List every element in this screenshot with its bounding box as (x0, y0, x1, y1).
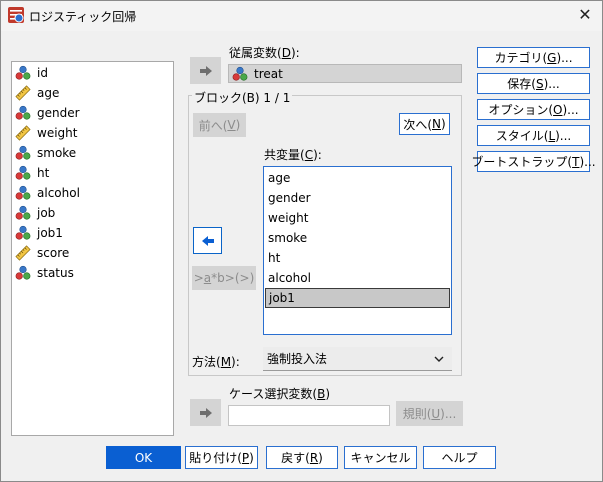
paste-button[interactable]: 貼り付け(P) (185, 446, 258, 469)
nominal-variable-icon (15, 65, 31, 81)
nominal-variable-icon (15, 265, 31, 281)
dependent-label: 従属変数(D): (229, 46, 300, 60)
method-value: 強制投入法 (267, 352, 328, 366)
variable-list[interactable]: id age gender weight smoke ht alcohol job job1 sc… (11, 61, 174, 436)
variable-item[interactable]: age (15, 83, 59, 103)
ok-button[interactable]: OK (106, 446, 181, 469)
variable-label: age (37, 86, 60, 100)
covariate-item[interactable]: smoke (265, 228, 450, 248)
nominal-variable-icon (15, 165, 31, 181)
case-selection-field[interactable] (228, 405, 390, 426)
variable-item[interactable]: id (15, 63, 48, 83)
close-button[interactable]: ✕ (570, 3, 600, 27)
covariate-item[interactable]: alcohol (265, 268, 450, 288)
covariate-item[interactable]: gender (265, 188, 450, 208)
cancel-button[interactable]: キャンセル (344, 446, 417, 469)
dependent-value: treat (254, 66, 283, 81)
nominal-variable-icon (15, 145, 31, 161)
variable-item[interactable]: job1 (15, 223, 63, 243)
options-button[interactable]: オプション(O)... (477, 99, 590, 120)
variable-item[interactable]: weight (15, 123, 77, 143)
variable-label: id (37, 66, 48, 80)
move-case-selection-button[interactable] (190, 399, 221, 426)
arrow-right-icon (198, 63, 214, 79)
variable-item[interactable]: alcohol (15, 183, 80, 203)
covariates-list[interactable]: age gender weight smoke ht alcohol job1 (263, 166, 452, 335)
variable-item[interactable]: score (15, 243, 69, 263)
covariates-label: 共変量(C): (264, 148, 322, 162)
arrow-left-icon (200, 233, 216, 249)
variable-item[interactable]: ht (15, 163, 49, 183)
scale-ruler-icon (15, 125, 31, 141)
variable-item[interactable]: job (15, 203, 55, 223)
method-label: 方法(M): (192, 355, 240, 369)
save-button[interactable]: 保存(S)... (477, 73, 590, 94)
scale-ruler-icon (15, 245, 31, 261)
dependent-field[interactable]: treat (228, 64, 462, 83)
next-block-button[interactable]: 次へ(N) (399, 113, 450, 135)
covariate-item[interactable]: ht (265, 248, 450, 268)
scale-ruler-icon (15, 85, 31, 101)
move-covariate-button[interactable] (193, 227, 222, 254)
variable-label: status (37, 266, 74, 280)
variable-label: ht (37, 166, 50, 180)
nominal-variable-icon (15, 185, 31, 201)
variable-label: gender (37, 106, 80, 120)
case-selection-label: ケース選択変数(B) (229, 387, 331, 401)
nominal-variable-icon (15, 225, 31, 241)
app-icon (7, 6, 25, 24)
variable-label: alcohol (37, 186, 80, 200)
rule-button[interactable]: 規則(U)... (396, 401, 463, 426)
categorical-button[interactable]: カテゴリ(G)... (477, 47, 590, 68)
variable-label: smoke (37, 146, 77, 160)
reset-button[interactable]: 戻す(R) (266, 446, 338, 469)
bootstrap-button[interactable]: ブートストラップ(T)... (471, 151, 596, 172)
variable-label: job (37, 206, 56, 220)
variable-item[interactable]: gender (15, 103, 80, 123)
nominal-variable-icon (15, 205, 31, 221)
close-icon: ✕ (578, 5, 592, 24)
chevron-down-icon (434, 356, 444, 362)
variable-label: score (37, 246, 70, 260)
covariate-item[interactable]: weight (265, 208, 450, 228)
variable-item[interactable]: status (15, 263, 74, 283)
prev-block-button[interactable]: 前へ(V) (193, 113, 246, 137)
nominal-variable-icon (232, 66, 248, 82)
move-to-dependent-button[interactable] (190, 57, 221, 84)
window-title: ロジスティック回帰 (29, 10, 137, 24)
help-button[interactable]: ヘルプ (423, 446, 496, 469)
variable-label: job1 (37, 226, 63, 240)
covariate-item[interactable]: job1 (265, 288, 450, 308)
nominal-variable-icon (15, 105, 31, 121)
covariate-item[interactable]: age (265, 168, 450, 188)
block-label: ブロック(B) 1 / 1 (192, 89, 293, 106)
method-select[interactable]: 強制投入法 (263, 347, 452, 371)
style-button[interactable]: スタイル(L)... (477, 125, 590, 146)
interaction-button[interactable]: > a *b>(>) (192, 266, 256, 290)
variable-label: weight (37, 126, 78, 140)
variable-item[interactable]: smoke (15, 143, 76, 163)
arrow-right-icon (198, 405, 214, 421)
